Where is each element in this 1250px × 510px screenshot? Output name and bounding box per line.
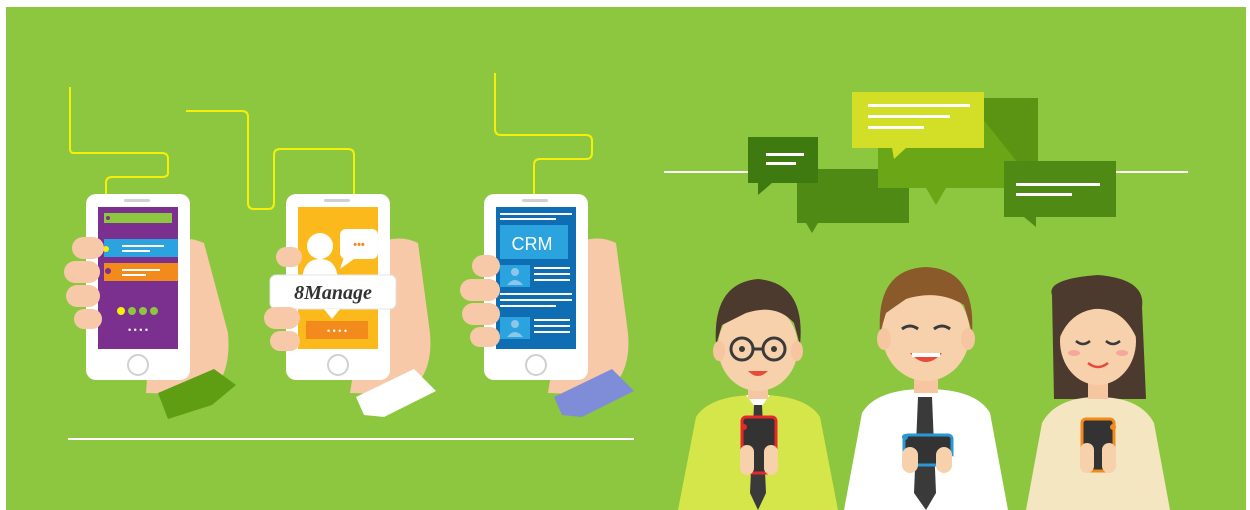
speech-bubble-icon [748, 92, 1116, 233]
man-brown-hair [844, 267, 1008, 510]
brand-phone: ••• 8Manage • • • • [264, 194, 436, 417]
purple-app-phone: • • • • [64, 194, 236, 419]
woman-long-hair [1026, 275, 1170, 510]
svg-text:• • • •: • • • • [327, 326, 347, 336]
svg-text:8Manage: 8Manage [294, 282, 372, 304]
illustration-banner: • • • • ••• 8Manage • • • • CRM [6, 7, 1246, 510]
man-with-glasses [678, 279, 838, 510]
svg-text:• • • •: • • • • [128, 325, 148, 335]
scene-svg: • • • • ••• 8Manage • • • • CRM [64, 73, 1188, 510]
crm-title: CRM [512, 234, 553, 254]
svg-text:•••: ••• [353, 239, 365, 251]
crm-phone: CRM [460, 194, 634, 417]
